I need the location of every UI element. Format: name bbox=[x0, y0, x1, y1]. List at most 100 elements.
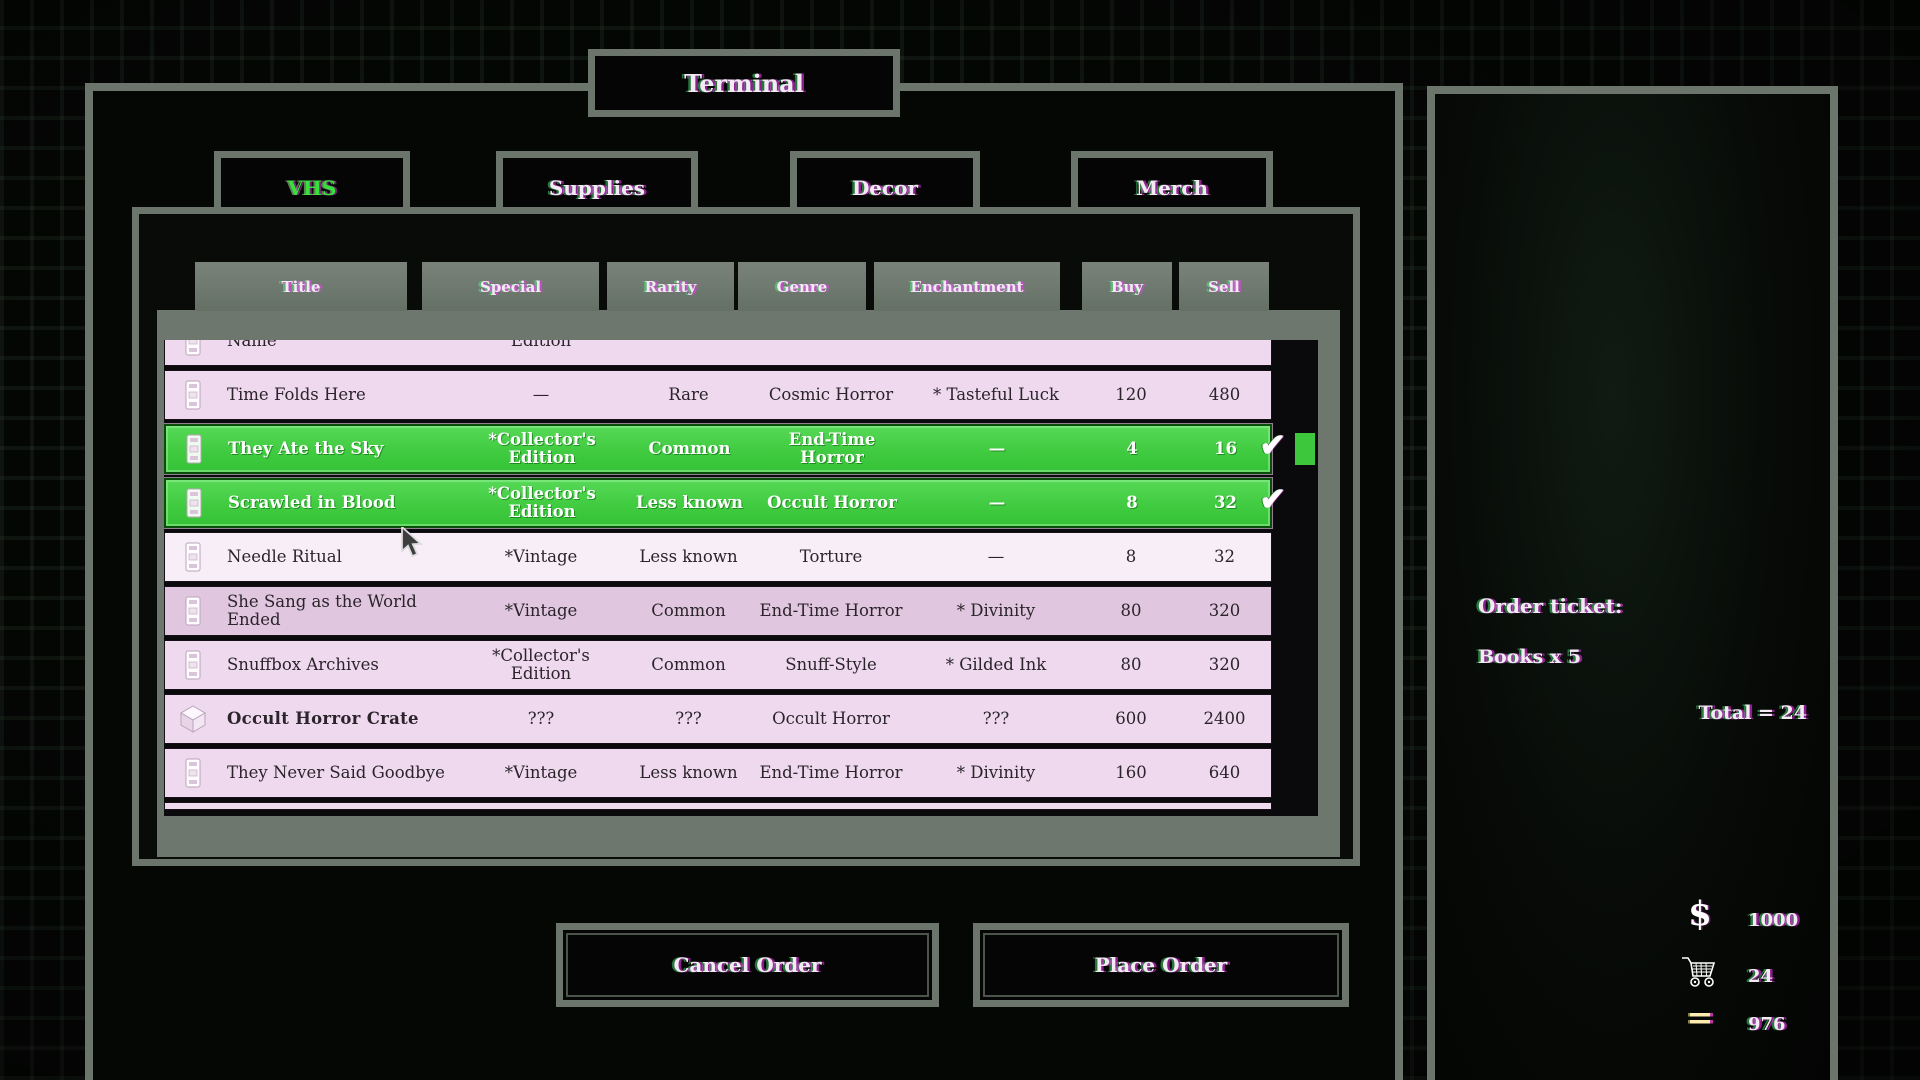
shop-dialog: Title Special Rarity Genre Enchantment B… bbox=[132, 207, 1360, 866]
tab-supplies-label: Supplies bbox=[549, 176, 645, 200]
item-genre: Occult Horror bbox=[757, 494, 907, 512]
order-ticket-panel: Order ticket: Books x 5 Total = 24 $ 100… bbox=[1427, 86, 1838, 1080]
table-row[interactable]: They Ate the Sky *Collector's Edition Co… bbox=[164, 424, 1272, 474]
item-enchantment: — bbox=[907, 440, 1087, 458]
column-header-buy-label: Buy bbox=[1111, 278, 1143, 296]
column-header-special-label: Special bbox=[480, 278, 541, 296]
item-special: *Vintage bbox=[461, 764, 621, 782]
item-genre: End-Time Horror bbox=[756, 764, 906, 782]
item-special: *Collector's Edition bbox=[462, 485, 622, 522]
item-icon-cell bbox=[165, 340, 221, 356]
checkmark-icon: ✔ bbox=[1259, 482, 1286, 518]
table-row-partial[interactable] bbox=[164, 802, 1272, 810]
item-special: *Vintage bbox=[461, 602, 621, 620]
item-icon-cell bbox=[165, 542, 221, 572]
table-body: Name Edition ✔ Time Folds Here — Rare Co… bbox=[164, 340, 1318, 798]
item-special: ??? bbox=[461, 710, 621, 728]
item-rarity: Common bbox=[621, 602, 756, 620]
item-rarity: Less known bbox=[622, 494, 757, 512]
column-header-rarity-label: Rarity bbox=[645, 278, 697, 296]
order-ticket-heading: Order ticket: bbox=[1478, 594, 1622, 618]
item-title: She Sang as the World Ended bbox=[221, 593, 461, 630]
money-value: 1000 bbox=[1748, 910, 1798, 931]
item-enchantment: — bbox=[906, 548, 1086, 566]
column-header-enchantment-label: Enchantment bbox=[910, 278, 1023, 296]
column-header-genre[interactable]: Genre bbox=[738, 262, 866, 311]
scrollbar-thumb[interactable] bbox=[1295, 433, 1315, 465]
item-title: They Never Said Goodbye bbox=[221, 764, 461, 782]
item-rarity: Less known bbox=[621, 764, 756, 782]
item-genre: Occult Horror bbox=[756, 710, 906, 728]
item-title: Snuffbox Archives bbox=[221, 656, 461, 674]
terminal-title-box: Terminal bbox=[588, 49, 900, 117]
column-header-genre-label: Genre bbox=[777, 278, 828, 296]
vhs-tape-icon bbox=[186, 488, 202, 518]
item-enchantment: — bbox=[907, 494, 1087, 512]
item-buy-price: 120 bbox=[1086, 386, 1176, 404]
vhs-tape-icon bbox=[185, 542, 201, 572]
item-title: Name bbox=[221, 340, 461, 350]
item-special: *Vintage bbox=[461, 548, 621, 566]
item-rarity: Common bbox=[622, 440, 757, 458]
item-title: Time Folds Here bbox=[221, 386, 461, 404]
item-icon-cell bbox=[165, 650, 221, 680]
vhs-tape-icon bbox=[186, 434, 202, 464]
item-title: Occult Horror Crate bbox=[221, 710, 461, 728]
remaining-money-value: 976 bbox=[1748, 1014, 1786, 1035]
place-order-label: Place Order bbox=[1095, 953, 1228, 977]
item-enchantment: * Divinity bbox=[906, 602, 1086, 620]
item-sell-price: 32 bbox=[1176, 548, 1273, 566]
column-header-sell-label: Sell bbox=[1208, 278, 1240, 296]
tab-vhs-label: VHS bbox=[288, 176, 337, 200]
item-icon-cell bbox=[166, 434, 222, 464]
vhs-tape-icon bbox=[185, 650, 201, 680]
table-frame: Name Edition ✔ Time Folds Here — Rare Co… bbox=[157, 310, 1340, 857]
item-icon-cell bbox=[166, 488, 222, 518]
tab-merch-label: Merch bbox=[1136, 176, 1208, 200]
dollar-icon: $ bbox=[1670, 894, 1730, 934]
column-header-title-label: Title bbox=[281, 278, 320, 296]
item-special: *Collector's Edition bbox=[462, 431, 622, 468]
mouse-cursor-icon bbox=[400, 527, 426, 561]
table-row[interactable]: Time Folds Here — Rare Cosmic Horror * T… bbox=[164, 370, 1272, 420]
table-row[interactable]: Name Edition ✔ bbox=[164, 340, 1272, 366]
column-header-rarity[interactable]: Rarity bbox=[607, 262, 734, 311]
item-buy-price: 600 bbox=[1086, 710, 1176, 728]
item-sell-price: 320 bbox=[1176, 656, 1273, 674]
table-row[interactable]: Occult Horror Crate ??? ??? Occult Horro… bbox=[164, 694, 1272, 744]
table-row[interactable]: Needle Ritual *Vintage Less known Tortur… bbox=[164, 532, 1272, 582]
table-row[interactable]: She Sang as the World Ended *Vintage Com… bbox=[164, 586, 1272, 636]
item-special: Edition bbox=[461, 340, 621, 350]
table-row[interactable]: They Never Said Goodbye *Vintage Less kn… bbox=[164, 748, 1272, 798]
table-row[interactable]: Scrawled in Blood *Collector's Edition L… bbox=[164, 478, 1272, 528]
item-buy-price: 4 bbox=[1087, 440, 1177, 458]
item-buy-price: 160 bbox=[1086, 764, 1176, 782]
crate-icon bbox=[180, 705, 206, 733]
item-icon-cell bbox=[165, 596, 221, 626]
table-row[interactable]: Snuffbox Archives *Collector's Edition C… bbox=[164, 640, 1272, 690]
vhs-tape-icon bbox=[185, 758, 201, 788]
cart-icon bbox=[1670, 954, 1730, 994]
item-title: Scrawled in Blood bbox=[222, 494, 462, 512]
table-viewport: Name Edition ✔ Time Folds Here — Rare Co… bbox=[164, 340, 1318, 816]
item-sell-price: 320 bbox=[1176, 602, 1273, 620]
item-enchantment: * Gilded Ink bbox=[906, 656, 1086, 674]
column-header-title[interactable]: Title bbox=[195, 262, 407, 311]
item-icon-cell bbox=[165, 758, 221, 788]
vhs-tape-icon bbox=[185, 340, 201, 356]
order-ticket-line: Books x 5 bbox=[1478, 646, 1581, 668]
place-order-button[interactable]: Place Order bbox=[973, 923, 1349, 1007]
column-header-buy[interactable]: Buy bbox=[1082, 262, 1172, 311]
item-rarity: ??? bbox=[621, 710, 756, 728]
column-header-enchantment[interactable]: Enchantment bbox=[874, 262, 1060, 311]
cart-total-value: 24 bbox=[1748, 966, 1773, 987]
cancel-order-label: Cancel Order bbox=[673, 953, 821, 977]
item-rarity: Less known bbox=[621, 548, 756, 566]
item-sell-price: 480 bbox=[1176, 386, 1273, 404]
column-header-special[interactable]: Special bbox=[422, 262, 599, 311]
cancel-order-button[interactable]: Cancel Order bbox=[556, 923, 939, 1007]
item-enchantment: * Divinity bbox=[906, 764, 1086, 782]
item-enchantment: * Tasteful Luck bbox=[906, 386, 1086, 404]
item-icon-cell bbox=[165, 705, 221, 733]
column-header-sell[interactable]: Sell bbox=[1179, 262, 1269, 311]
